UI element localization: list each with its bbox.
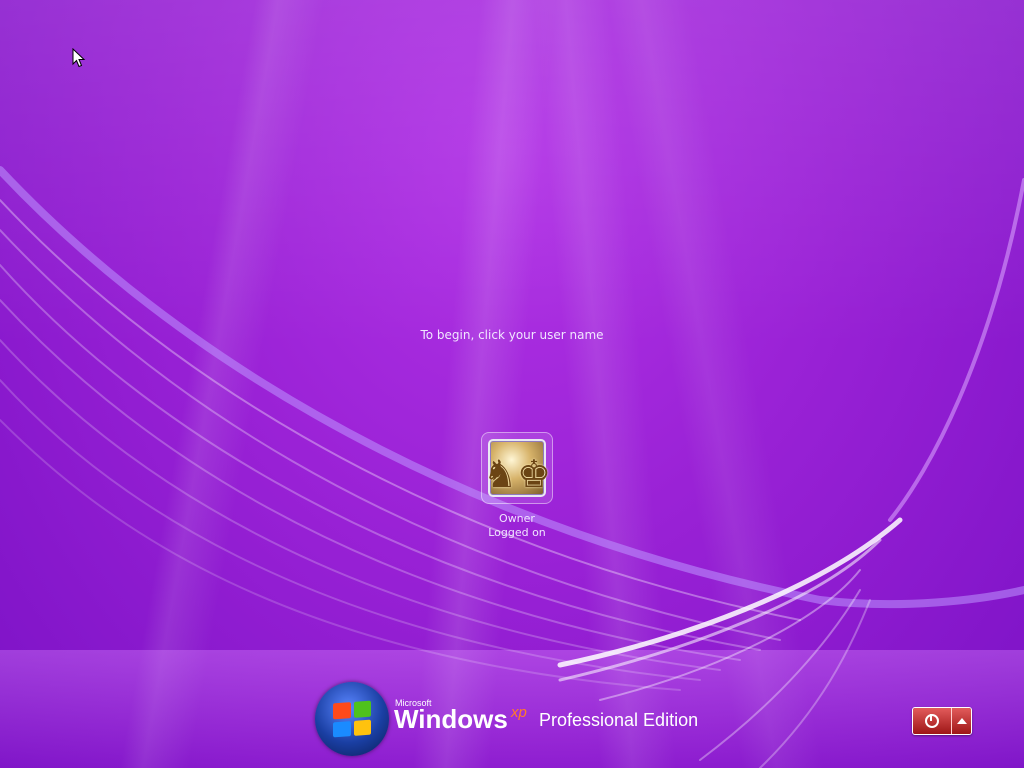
windows-xp-logo: Microsoft Windows xp Professional Editio… [315,680,735,760]
chess-pieces-icon: ♞♚ [483,439,551,497]
mouse-cursor-icon [72,47,86,72]
turn-off-button[interactable] [913,708,952,734]
wallpaper-swooshes [0,166,1024,768]
windows-flag-icon [333,700,371,738]
power-button-group [912,707,972,735]
windows-orb-icon [315,682,389,756]
power-options-button[interactable] [952,708,971,734]
user-status: Logged on [488,526,546,539]
login-prompt: To begin, click your user name [420,328,604,342]
power-icon [925,714,939,728]
avatar-frame: ♞♚ [481,432,553,504]
light-rays [0,0,1024,768]
wallpaper [0,0,1024,768]
arrow-up-icon [956,718,967,724]
brand-edition: Professional Edition [539,710,699,730]
brand-xp: xp [511,704,527,721]
brand-windows: Windows [394,704,508,734]
user-name: Owner [499,512,535,525]
user-tile-owner[interactable]: ♞♚ Owner Logged on [472,432,562,540]
